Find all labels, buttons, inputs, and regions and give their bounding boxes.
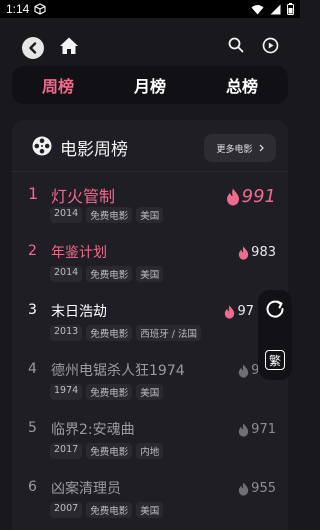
movie-region-tag: 美国 [136, 207, 164, 223]
more-movies-label: 更多电影 [216, 144, 253, 155]
movie-rank: 3 [28, 302, 37, 318]
flame-icon [239, 481, 249, 496]
movie-title: 凶案清理员 [51, 481, 121, 497]
chevron-right-icon [259, 144, 264, 152]
movie-title: 临界2:安魂曲 [51, 422, 135, 438]
search-icon[interactable] [228, 37, 244, 53]
movie-region-tag: 美国 [136, 384, 164, 400]
tab-all-time[interactable]: 总榜 [196, 66, 288, 104]
chevron-left-icon [29, 42, 37, 54]
movie-heat: 991 [226, 186, 276, 207]
flame-icon [239, 422, 249, 437]
section-title: 电影周榜 [60, 140, 128, 160]
movie-row[interactable]: 6 凶案清理员 2007 免费电影 美国 955 [12, 471, 288, 529]
notification-icon [34, 3, 46, 15]
movie-rank: 6 [28, 479, 37, 495]
home-icon[interactable] [59, 36, 79, 56]
movie-heat: 955 [238, 481, 276, 496]
traditional-chinese-toggle[interactable]: 繁 [265, 350, 285, 370]
tab-monthly[interactable]: 月榜 [104, 66, 196, 104]
movie-free-tag: 免费电影 [86, 502, 133, 518]
tab-weekly[interactable]: 周榜 [12, 66, 104, 104]
flame-icon [225, 304, 235, 319]
movie-region-tag: 西班牙 / 法国 [136, 325, 201, 341]
movie-region-tag: 美国 [136, 502, 164, 518]
more-movies-button[interactable]: 更多电影 [204, 134, 276, 162]
movie-rank: 1 [28, 184, 39, 203]
movie-year-tag: 2017 [50, 443, 83, 459]
movie-free-tag: 免费电影 [86, 325, 133, 341]
movie-tags: 2017 免费电影 内地 [50, 443, 164, 459]
movie-tags: 2013 免费电影 西班牙 / 法国 [50, 325, 201, 341]
movie-rank: 2 [28, 243, 37, 259]
movie-tags: 1974 免费电影 美国 [50, 384, 164, 400]
play-history-icon[interactable] [262, 37, 279, 54]
movie-year-tag: 2013 [50, 325, 83, 341]
movie-region-tag: 内地 [136, 443, 164, 459]
back-button[interactable] [22, 37, 44, 59]
flame-icon [239, 245, 249, 260]
movie-row[interactable]: 5 临界2:安魂曲 2017 免费电影 内地 971 [12, 412, 288, 470]
movie-title: 年鉴计划 [51, 245, 107, 261]
flame-icon [226, 188, 239, 205]
movie-title: 灯火管制 [51, 187, 116, 206]
movie-year-tag: 2014 [50, 266, 83, 282]
status-bar: 1:14 [0, 0, 300, 18]
movie-tags: 2007 免费电影 美国 [50, 502, 164, 518]
signal-icon [270, 4, 281, 14]
film-reel-icon [32, 136, 52, 156]
movie-heat: 97 [224, 304, 254, 319]
flame-icon [239, 363, 249, 378]
movie-heat-value: 97 [237, 304, 254, 319]
movie-row[interactable]: 4 德州电锯杀人狂1974 1974 免费电影 美国 975 [12, 353, 288, 411]
movie-heat-value: 991 [241, 186, 276, 207]
movie-heat: 971 [238, 422, 276, 437]
movie-row[interactable]: 3 末日浩劫 2013 免费电影 西班牙 / 法国 97 [12, 294, 288, 352]
movie-year-tag: 1974 [50, 384, 83, 400]
movie-heat: 983 [238, 245, 276, 260]
movie-title: 末日浩劫 [51, 304, 107, 320]
movie-rank: 4 [28, 361, 37, 377]
movie-free-tag: 免费电影 [86, 207, 133, 223]
movie-row[interactable]: 2 年鉴计划 2014 免费电影 美国 983 [12, 235, 288, 293]
status-time: 1:14 [6, 2, 30, 16]
movie-title: 德州电锯杀人狂1974 [51, 363, 185, 379]
reload-icon[interactable] [264, 298, 286, 320]
movie-tags: 2014 免费电影 美国 [50, 207, 164, 223]
top-bar [0, 18, 300, 72]
movie-heat-value: 955 [251, 481, 276, 496]
card-header: 电影周榜 更多电影 [12, 120, 288, 172]
wifi-icon [251, 4, 264, 14]
ranking-card: 电影周榜 更多电影 1 灯火管制 2014 免费电影 美国 991 2 年鉴计划… [12, 120, 288, 530]
movie-tags: 2014 免费电影 美国 [50, 266, 164, 282]
battery-icon [287, 3, 294, 15]
movie-row[interactable]: 1 灯火管制 2014 免费电影 美国 991 [12, 176, 288, 234]
movie-free-tag: 免费电影 [86, 266, 133, 282]
movie-heat-value: 983 [251, 245, 276, 260]
movie-year-tag: 2007 [50, 502, 83, 518]
movie-rank: 5 [28, 420, 37, 436]
ranking-tabs: 周榜 月榜 总榜 [12, 66, 288, 104]
movie-free-tag: 免费电影 [86, 443, 133, 459]
floating-tools: 繁 [258, 290, 292, 380]
movie-heat-value: 971 [251, 422, 276, 437]
movie-year-tag: 2014 [50, 207, 83, 223]
movie-free-tag: 免费电影 [86, 384, 133, 400]
movie-region-tag: 美国 [136, 266, 164, 282]
